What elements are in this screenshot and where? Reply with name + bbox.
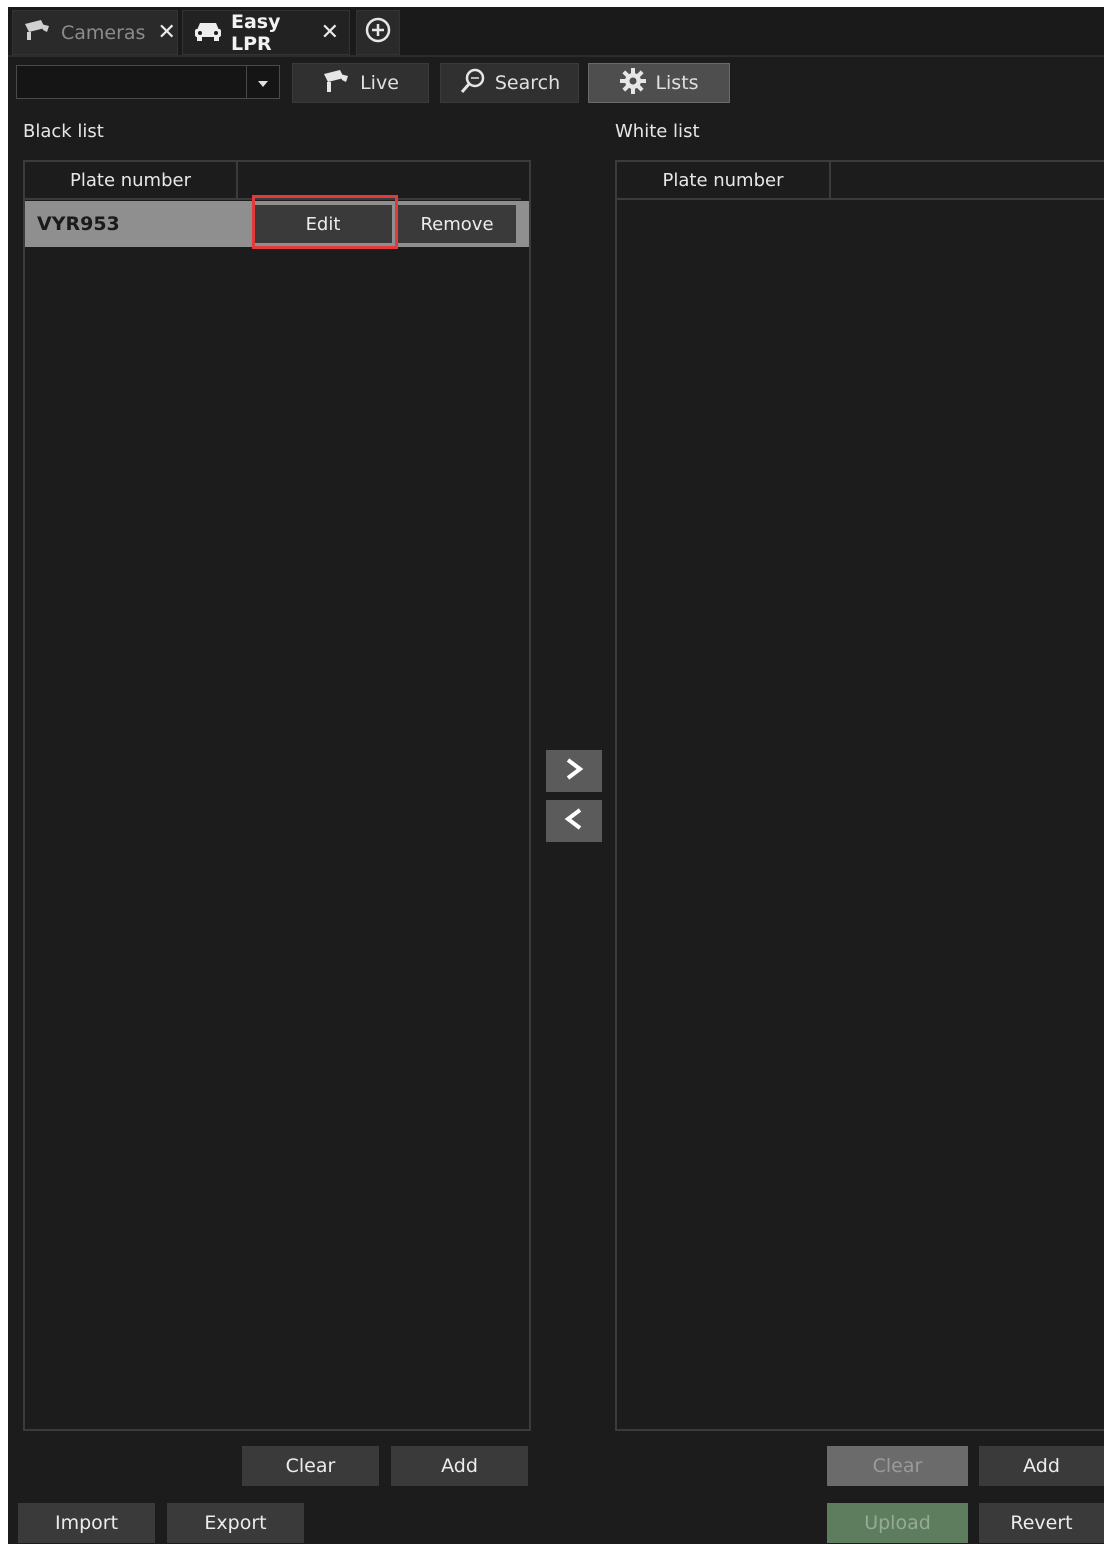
white-list-title: White list [615, 121, 700, 142]
search-label: Search [494, 72, 561, 94]
camera-select-dropdown[interactable] [16, 65, 280, 99]
black-list-column-header[interactable]: Plate number [25, 162, 238, 200]
upload-button[interactable]: Upload [827, 1503, 968, 1543]
white-list-add-button[interactable]: Add [979, 1446, 1104, 1486]
cctv-camera-icon [322, 68, 352, 99]
caret-down-icon [257, 73, 269, 92]
tab-cameras-label: Cameras [61, 21, 146, 44]
lists-label: Lists [655, 72, 699, 94]
export-button[interactable]: Export [167, 1503, 304, 1543]
cctv-camera-icon [23, 18, 53, 47]
edit-button-highlight [252, 195, 398, 249]
black-list-title: Black list [23, 121, 104, 142]
white-list-clear-button[interactable]: Clear [827, 1446, 968, 1486]
tab-bar: Cameras ✕ Easy LPR ✕ [8, 7, 1104, 57]
lists-button[interactable]: Lists [588, 63, 730, 103]
revert-button[interactable]: Revert [979, 1503, 1104, 1543]
car-icon [193, 18, 223, 47]
live-label: Live [360, 72, 399, 94]
close-icon[interactable]: ✕ [157, 20, 175, 45]
gear-icon [619, 67, 647, 100]
remove-button[interactable]: Remove [398, 205, 516, 243]
tab-easy-lpr-label: Easy LPR [231, 10, 281, 55]
white-list-table: Plate number [615, 160, 1104, 1431]
plate-number-cell: VYR953 [37, 213, 120, 235]
white-list-column-header[interactable]: Plate number [617, 162, 831, 200]
dropdown-arrow[interactable] [246, 66, 279, 98]
close-icon[interactable]: ✕ [321, 20, 339, 45]
move-to-black-list-button[interactable] [546, 800, 602, 842]
tab-cameras[interactable]: Cameras ✕ [12, 10, 178, 55]
black-list-add-button[interactable]: Add [391, 1446, 528, 1486]
chevron-right-icon [563, 757, 585, 785]
white-list-actions-header [831, 162, 1104, 200]
search-icon [459, 67, 487, 100]
move-to-white-list-button[interactable] [546, 750, 602, 792]
chevron-left-icon [563, 807, 585, 835]
tab-easy-lpr[interactable]: Easy LPR ✕ [182, 10, 350, 55]
black-list-clear-button[interactable]: Clear [242, 1446, 379, 1486]
black-list-table: Plate number VYR953 Edit Remove [23, 160, 531, 1431]
app-window: Cameras ✕ Easy LPR ✕ Live Search Lists B… [8, 7, 1104, 1544]
add-tab-button[interactable] [356, 10, 400, 55]
search-button[interactable]: Search [440, 63, 579, 103]
import-button[interactable]: Import [18, 1503, 155, 1543]
plus-circle-icon [364, 16, 392, 49]
live-button[interactable]: Live [292, 63, 429, 103]
